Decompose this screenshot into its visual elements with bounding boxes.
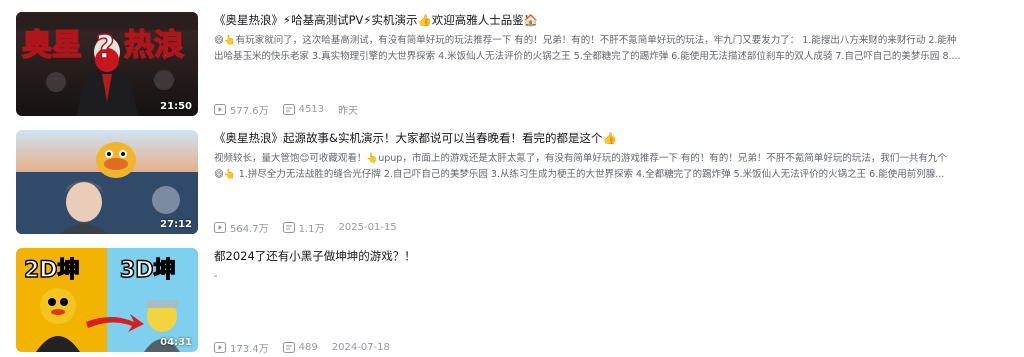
video-title[interactable]: 都2024了还有小黑子做坤坤的游戏？！ xyxy=(214,248,416,264)
video-description: 视频较长，量大管饱😊可收藏观看！👆upup，市面上的游戏还是太肝太氪了，有没有简… xyxy=(214,151,1010,183)
thumb-title-left: 2D坤 xyxy=(23,257,80,284)
description-line: 😄👆有玩家就问了，这次哈基高测试，有没有简单好玩的玩法推荐一下 有的！兄弟！有的… xyxy=(214,35,957,46)
comment-count: 4513 xyxy=(282,104,324,115)
video-thumbnail[interactable]: 奥星 ? 热浪 21:50 xyxy=(16,12,198,116)
description-line: 出哈基玉米的快乐老家 3.真实物理引擎的大世界探索 4.米饭仙人无法评价的火锅之… xyxy=(214,51,961,62)
video-duration: 04:31 xyxy=(160,337,192,348)
play-count-icon xyxy=(214,222,226,233)
comment-count: 1.1万 xyxy=(282,220,325,235)
description-line: - xyxy=(214,271,218,282)
thumb-question-mark: ? xyxy=(95,27,115,67)
play-count-icon xyxy=(214,104,226,115)
comment-count: 489 xyxy=(282,342,318,353)
play-count-icon xyxy=(214,342,226,353)
video-title[interactable]: 《奥星热浪》⚡哈基高测试PV⚡实机演示👍欢迎高雅人士品鉴🏠 xyxy=(214,12,538,28)
video-title[interactable]: 《奥星热浪》起源故事&实机演示！大家都说可以当春晚看！看完的都是这个👍 xyxy=(214,130,617,146)
danmaku-icon xyxy=(282,342,295,353)
description-line: 😄👆 1.拼尽全力无法战胜的缝合光仔牌 2.自己吓自己的美梦乐园 3.从练习生成… xyxy=(214,169,945,180)
video-description: 😄👆有玩家就问了，这次哈基高测试，有没有简单好玩的玩法推荐一下 有的！兄弟！有的… xyxy=(214,33,1010,65)
danmaku-icon xyxy=(282,222,295,233)
thumb-title-right: 3D坤 xyxy=(119,257,176,284)
view-count: 577.6万 xyxy=(214,102,269,117)
danmaku-icon xyxy=(282,104,295,115)
video-duration: 21:50 xyxy=(160,101,192,112)
publish-date: 2024-07-18 xyxy=(331,342,390,353)
video-stats: 564.7万 1.1万 2025-01-15 xyxy=(214,220,411,235)
thumb-title-left: 奥星 xyxy=(21,27,83,64)
video-description: - xyxy=(214,269,1010,301)
view-count: 173.4万 xyxy=(214,340,269,355)
description-line: 视频较长，量大管饱😊可收藏观看！👆upup，市面上的游戏还是太肝太氪了，有没有简… xyxy=(214,153,947,164)
publish-date: 昨天 xyxy=(338,106,359,117)
video-thumbnail[interactable]: 2D坤 3D坤 04:31 xyxy=(16,248,198,352)
thumb-title-right: 热浪 xyxy=(123,27,185,64)
publish-date: 2025-01-15 xyxy=(338,222,397,233)
video-stats: 577.6万 4513 昨天 xyxy=(214,102,372,117)
video-thumbnail[interactable]: 27:12 xyxy=(16,130,198,234)
video-duration: 27:12 xyxy=(160,219,192,230)
view-count: 564.7万 xyxy=(214,220,269,235)
video-stats: 173.4万 489 2024-07-18 xyxy=(214,340,404,355)
